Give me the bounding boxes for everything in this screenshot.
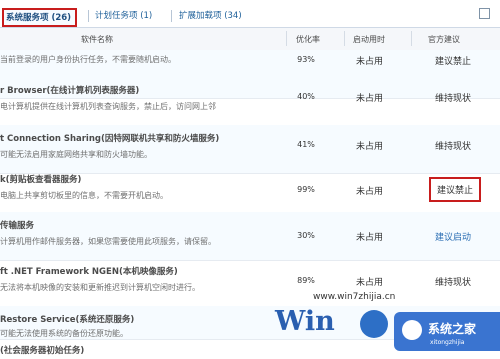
startup-time: 未占用 [356,278,384,288]
header-name[interactable]: 软件名称 [81,34,113,45]
official-advice[interactable]: 建议禁止 [435,54,471,67]
service-description: 电脑上共享剪切板里的信息，不需要开机启动。 [0,191,168,200]
watermark-logo-text: Win [275,306,335,337]
show-all-checkbox[interactable] [479,8,490,19]
tab-divider [88,10,89,22]
official-advice[interactable]: 维持现状 [435,139,471,152]
watermark-brand-small: xitongzhijia [430,339,465,346]
service-name: ft .NET Framework NGEN(本机映像服务) [0,267,178,277]
optimization-rate: 41% [297,140,315,149]
official-advice[interactable]: 建议禁止 [429,177,482,202]
startup-time: 未占用 [356,233,384,243]
startup-time: 未占用 [356,57,384,67]
official-advice[interactable]: 维持现状 [435,275,471,288]
service-name: t Connection Sharing(因特网联机共享和防火墙服务) [0,134,220,144]
watermark-url: www.win7zhijia.cn [313,292,396,302]
watermark-brand-name: 系统之家 [428,322,477,336]
official-advice[interactable]: 建议启动 [435,230,471,243]
optimization-rate: 99% [297,185,315,194]
service-description: 电计算机提供在线计算机列表查询服务，禁止后，访问网上邻 [0,102,216,111]
table-row[interactable]: k(剪贴板查看器服务) 电脑上共享剪切板里的信息，不需要开机启动。 99% 未占… [0,166,500,215]
service-name: r Browser(在线计算机列表服务器) [0,86,140,96]
header-divider [286,31,287,46]
header-divider [411,31,412,46]
optimization-rate: 30% [297,231,315,240]
tab-scheduled-tasks[interactable]: 计划任务项 (1) [95,9,152,21]
tab-system-services[interactable]: 系统服务项 (26) [2,8,78,27]
table-row[interactable]: r Browser(在线计算机列表服务器) 电计算机提供在线计算机列表查询服务，… [0,77,500,126]
startup-time: 未占用 [356,187,384,197]
startup-time: 未占用 [356,142,384,152]
header-rate[interactable]: 优化率 [296,34,320,45]
table-row[interactable]: 传输服务 计算机用作邮件服务器，如果您需要使用此项服务，请保留。 30% 未占用… [0,212,500,261]
official-advice[interactable]: 维持现状 [435,91,471,104]
service-name: Restore Service(系统还原服务) [0,315,135,325]
service-description: 可能无法使用系统的备份还原功能。 [0,329,128,338]
tab-extensions[interactable]: 扩展加载项 (34) [179,9,242,21]
service-description: 可能无法启用家庭网络共享和防火墙功能。 [0,150,152,159]
house-icon [402,320,422,340]
service-description: 无法将本机映像的安装和更新推迟到计算机空闲时进行。 [0,283,200,292]
watermark-logo-circle [360,310,388,338]
service-name: (社会服务器初始任务) [0,346,85,356]
header-divider [344,31,345,46]
table-header: 软件名称 优化率 启动用时 官方建议 [0,28,500,51]
service-name: k(剪贴板查看器服务) [0,175,82,185]
tab-divider [171,10,172,22]
startup-time: 未占用 [356,94,384,104]
optimization-rate: 89% [297,276,315,285]
optimization-rate: 93% [297,55,315,64]
header-status[interactable]: 启动用时 [353,34,385,45]
optimization-rate: 40% [297,92,315,101]
header-advice[interactable]: 官方建议 [428,34,460,45]
service-name: 传输服务 [0,221,35,231]
service-description: 计算机用作邮件服务器，如果您需要使用此项服务，请保留。 [0,237,216,246]
watermark-brand: 系统之家 xitongzhijia [394,312,500,351]
tab-bar: 系统服务项 (26) 计划任务项 (1) 扩展加载项 (34) [0,0,500,28]
site-watermark: www.win7zhijia.cn Win 系统之家 xitongzhijia [275,288,500,359]
service-description: 当前登录的用户身份执行任务，不需要随机启动。 [0,55,176,64]
